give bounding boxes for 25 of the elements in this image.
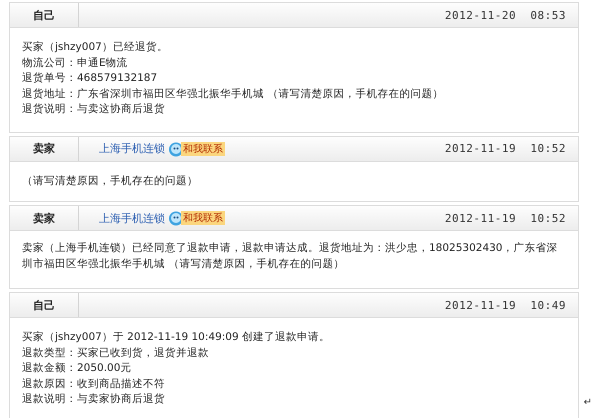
message-time: 2012-11-19 10:52 bbox=[444, 212, 567, 224]
message-time: 2012-11-20 08:53 bbox=[444, 8, 567, 22]
message-text: 退货说明：与卖这协商后退货 bbox=[22, 102, 166, 117]
contact-link[interactable]: 和我联系 bbox=[181, 142, 225, 156]
sender-role: 自己 bbox=[10, 3, 79, 27]
message-text: 买家（jshzy007）已经退货。 bbox=[22, 40, 169, 55]
message-text: 退货地址：广东省深圳市福田区华强北振华手机城 （请写清楚原因，手机存在的问题） bbox=[22, 86, 444, 102]
shop-link[interactable]: 上海手机连锁 bbox=[99, 210, 165, 226]
sender-role: 卖家 bbox=[10, 136, 79, 160]
message-time: 2012-11-19 10:52 bbox=[444, 142, 567, 155]
message-text: 物流公司：申通E物流 bbox=[22, 56, 129, 70]
sender-role: 自己 bbox=[10, 293, 79, 317]
contact-link[interactable]: 和我联系 bbox=[181, 211, 225, 225]
message-text: 卖家（上海手机连锁）已经同意了退款申请，退款申请达成。退货地址为：洪少忠，18025302430，广东省深圳市福田区华强北振华手机城 （请写清楚原因，手机存在的问题） bbox=[22, 241, 558, 272]
message-text: 买家（jshzy007）于 2012-11-19 10:49:09 创建了退款申请。 bbox=[22, 330, 332, 345]
message-text: 退款说明：与卖家协商后退货 bbox=[22, 392, 166, 407]
sender-role: 卖家 bbox=[10, 206, 79, 230]
shop-link[interactable]: 上海手机连锁 bbox=[99, 141, 165, 156]
paragraph-mark: ↵ bbox=[584, 397, 592, 408]
message-text: （请写清楚原因，手机存在的问题） bbox=[22, 174, 199, 188]
message-text: 退货单号：468579132187 bbox=[22, 71, 158, 86]
message-text: 退款金额：2050.00元 bbox=[22, 361, 132, 376]
message-time: 2012-11-19 10:49 bbox=[444, 298, 567, 312]
message-text: 退款类型：买家已收到货，退货并退款 bbox=[22, 346, 210, 360]
message-text: 退款原因：收到商品描述不符 bbox=[22, 376, 166, 392]
